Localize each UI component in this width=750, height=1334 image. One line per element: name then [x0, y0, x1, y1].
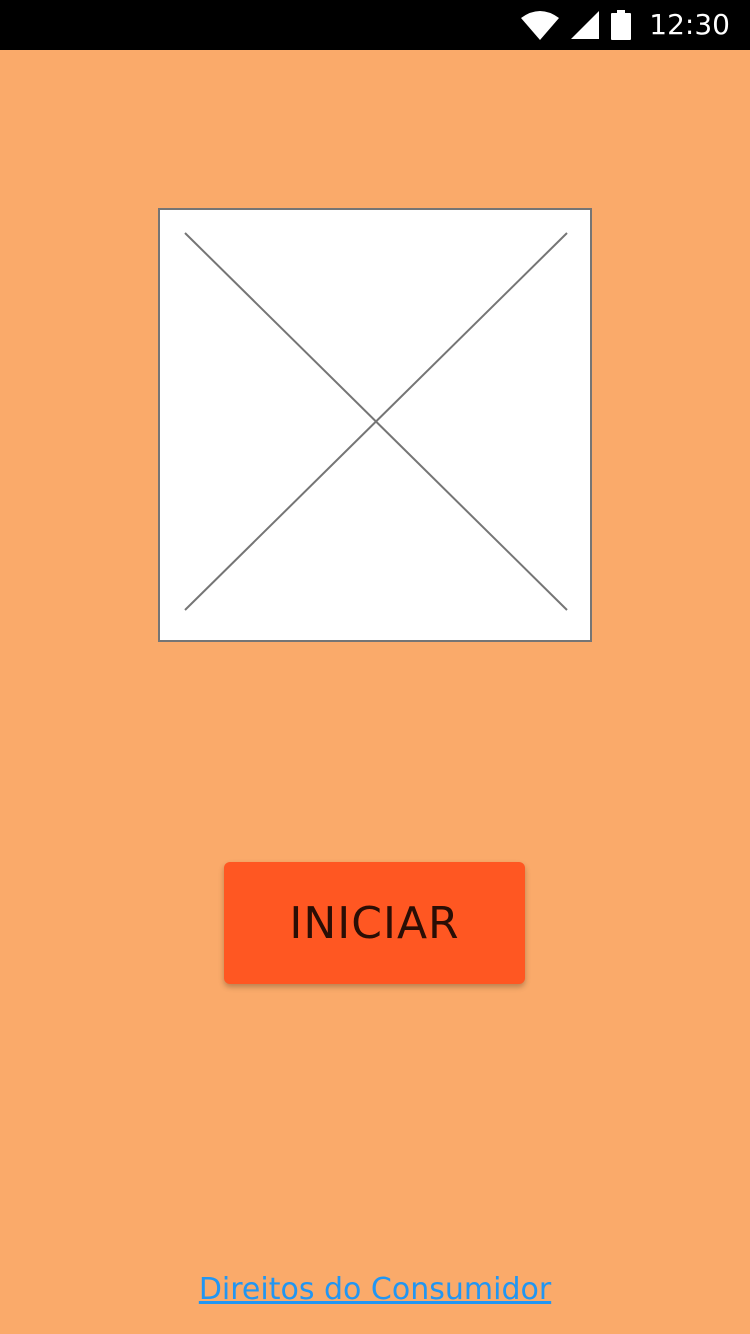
consumer-rights-link[interactable]: Direitos do Consumidor: [0, 1272, 750, 1307]
battery-icon: [611, 10, 632, 40]
start-button-label: INICIAR: [289, 897, 460, 949]
cellular-signal-icon: [571, 11, 600, 39]
start-button[interactable]: INICIAR: [224, 862, 525, 984]
wifi-icon: [521, 10, 560, 40]
status-time: 12:30: [649, 8, 730, 41]
image-placeholder-icon: [158, 208, 592, 642]
status-icons: 12:30: [521, 0, 730, 50]
status-bar: 12:30: [0, 0, 750, 50]
